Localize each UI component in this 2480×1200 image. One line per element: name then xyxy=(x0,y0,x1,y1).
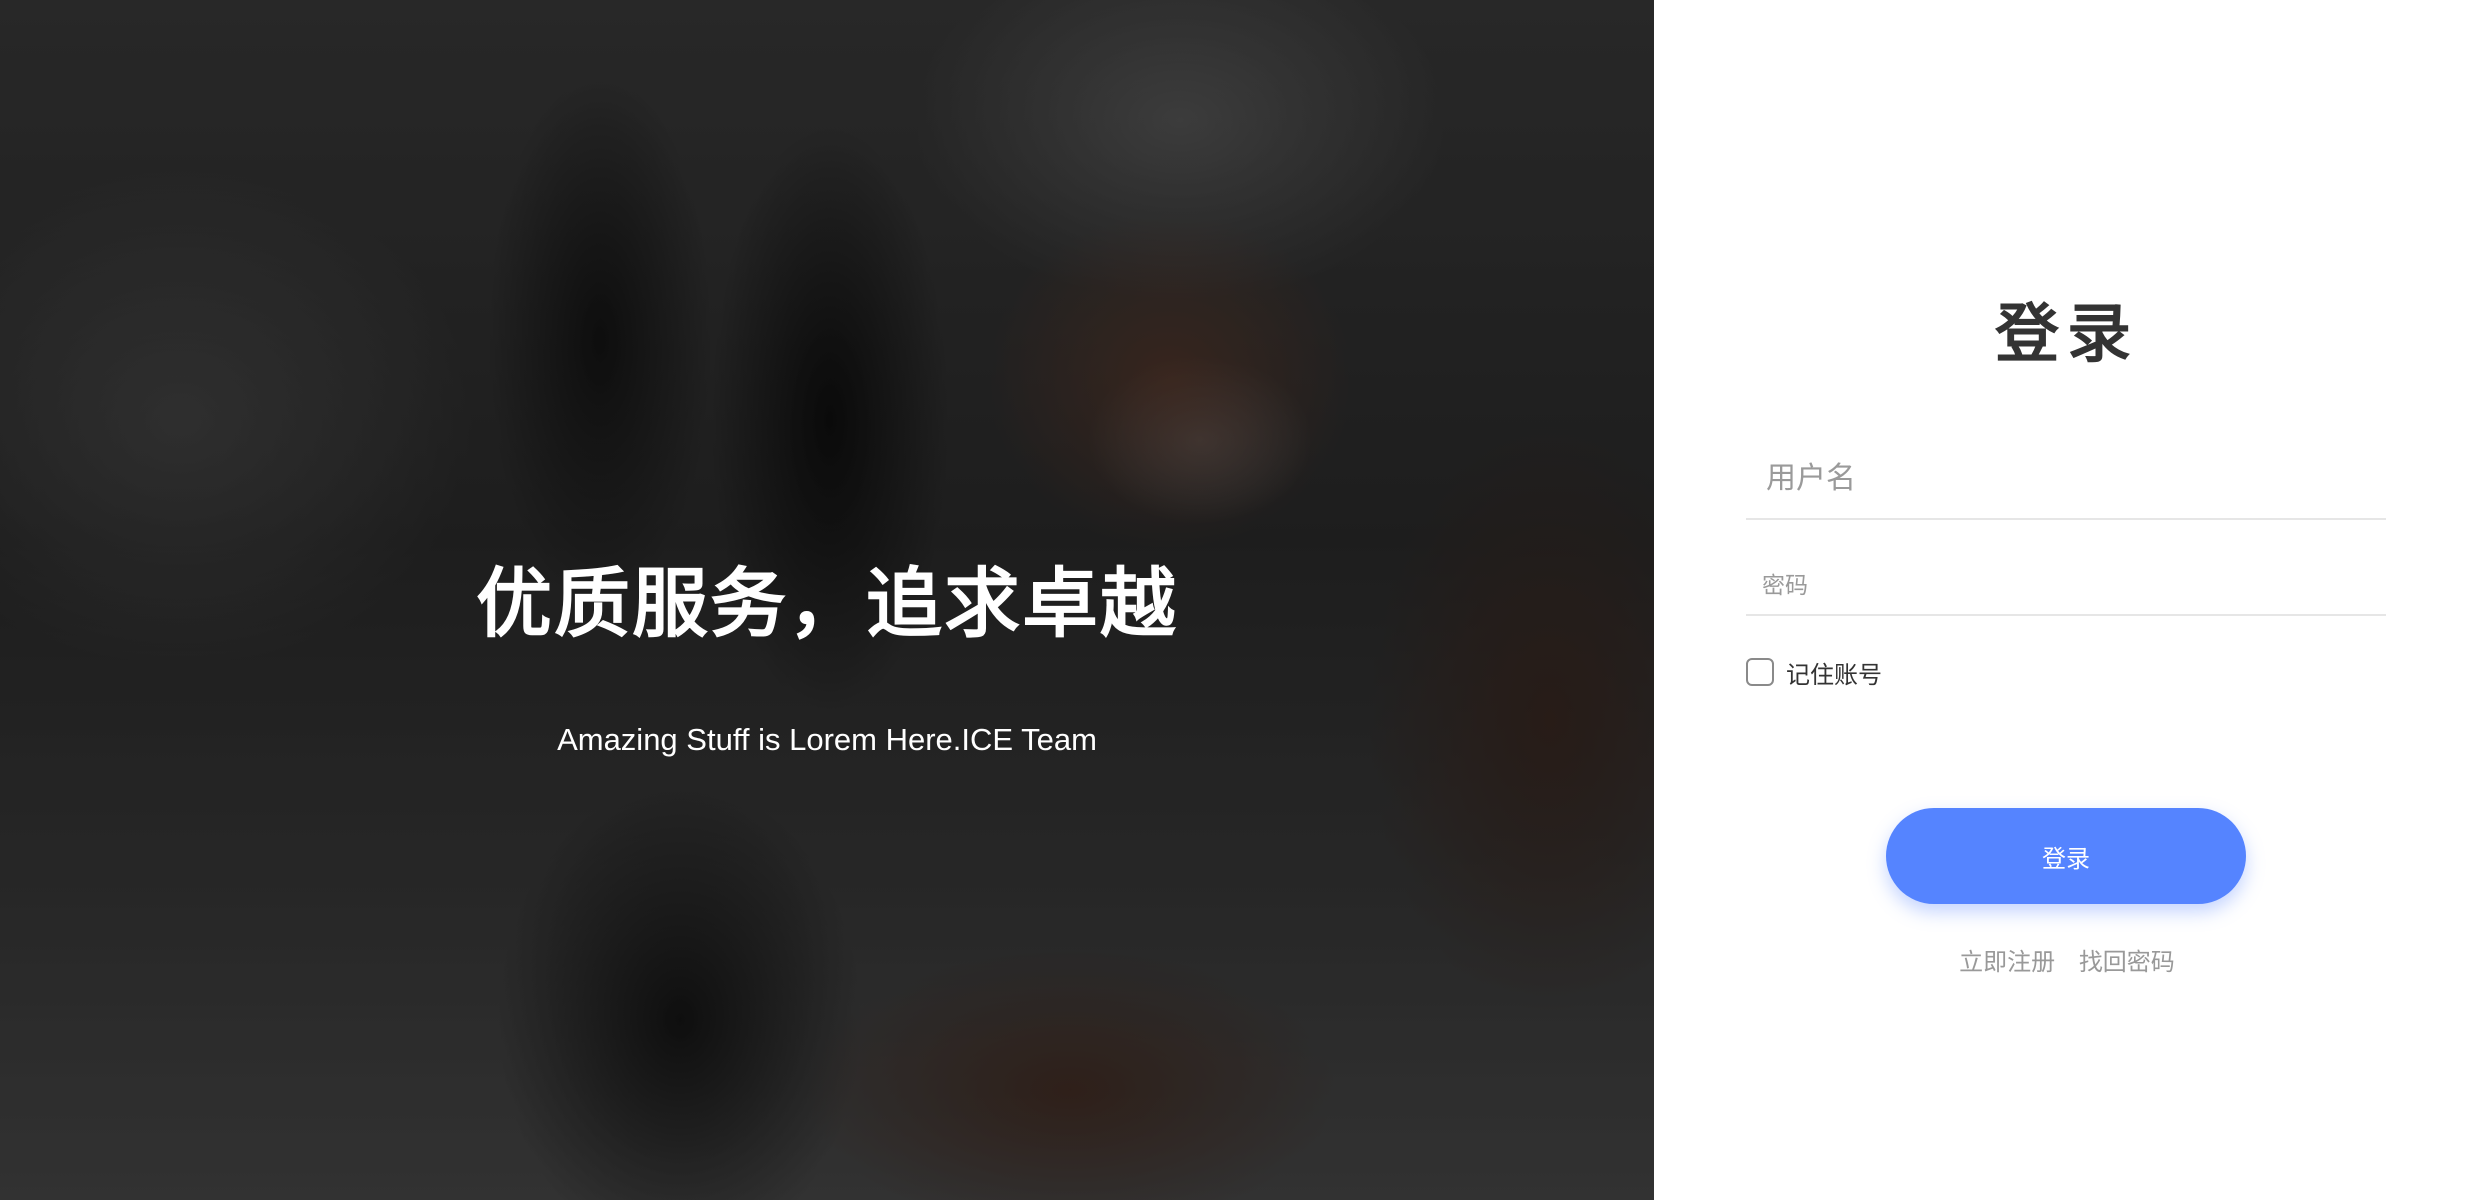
login-page: 优质服务，追求卓越 Amazing Stuff is Lorem Here.IC… xyxy=(0,0,2480,1200)
forgot-password-link[interactable]: 找回密码 xyxy=(2079,948,2175,976)
hero-subtitle: Amazing Stuff is Lorem Here.ICE Team xyxy=(557,722,1097,757)
password-field xyxy=(1746,560,2386,616)
password-input[interactable] xyxy=(1746,560,2386,612)
remember-account[interactable]: 记住账号 xyxy=(1746,654,1882,690)
register-link[interactable]: 立即注册 xyxy=(1959,948,2055,976)
hero-panel: 优质服务，追求卓越 Amazing Stuff is Lorem Here.IC… xyxy=(0,0,1654,1200)
username-input[interactable] xyxy=(1746,440,2386,516)
login-panel: 登录 记住账号 登录 立即注册 找回密码 xyxy=(1654,0,2480,1200)
username-field xyxy=(1746,440,2386,520)
login-button[interactable]: 登录 xyxy=(1886,808,2246,904)
remember-checkbox[interactable] xyxy=(1746,658,1774,686)
auth-links: 立即注册 找回密码 xyxy=(1654,942,2480,977)
remember-label: 记住账号 xyxy=(1786,660,1882,689)
login-title: 登录 xyxy=(1995,298,2139,372)
hero-title: 优质服务，追求卓越 xyxy=(476,559,1178,648)
